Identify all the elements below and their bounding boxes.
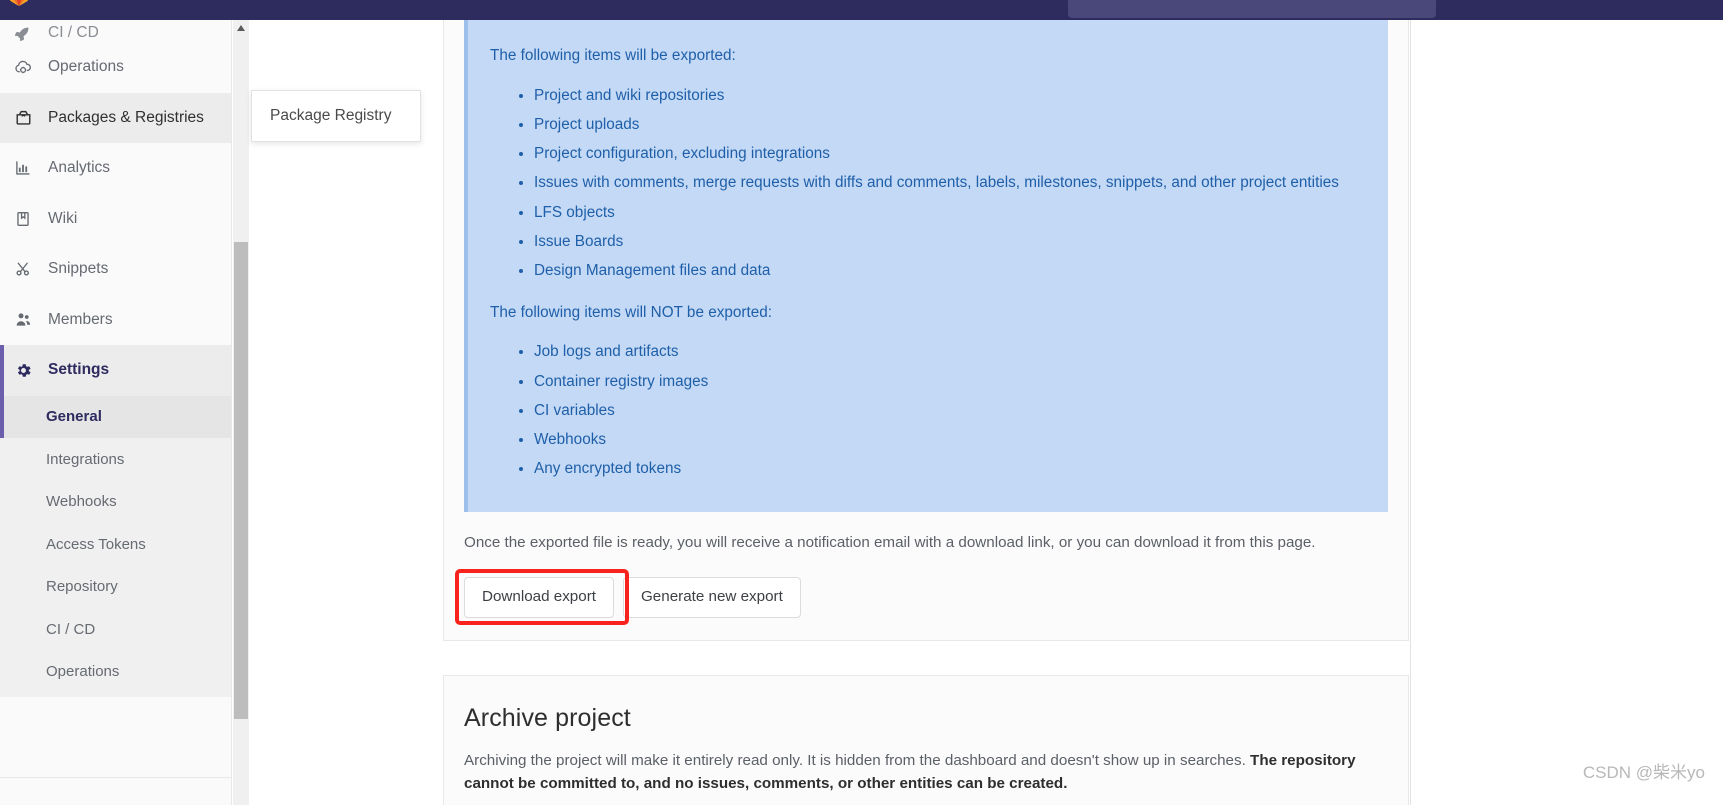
export-info-alert: The following items will be exported: Pr… bbox=[464, 20, 1388, 513]
scrollbar-thumb[interactable] bbox=[234, 242, 248, 719]
chart-bar-icon bbox=[14, 159, 40, 177]
export-project-card: The following items will be exported: Pr… bbox=[443, 20, 1409, 641]
sidebar-item-label: Wiki bbox=[48, 209, 78, 227]
sidebar-item-analytics[interactable]: Analytics bbox=[0, 143, 231, 194]
sidebar-item-snippets[interactable]: Snippets bbox=[0, 244, 231, 295]
sidebar-item-ci-cd[interactable]: CI / CD bbox=[0, 20, 231, 42]
list-item: CI variables bbox=[534, 399, 1366, 423]
sidebar-item-label: Analytics bbox=[48, 159, 111, 177]
settings-content-column: The following items will be exported: Pr… bbox=[443, 20, 1409, 805]
list-item: Container registry images bbox=[534, 370, 1366, 394]
sidebar-subitem-repository[interactable]: Repository bbox=[0, 566, 231, 609]
sidebar-subitem-integrations[interactable]: Integrations bbox=[0, 438, 231, 481]
scroll-up-arrow-icon[interactable] bbox=[233, 20, 249, 36]
cloud-gear-icon bbox=[14, 58, 40, 76]
sidebar-subitem-label: General bbox=[46, 408, 102, 426]
export-project-body: The following items will be exported: Pr… bbox=[444, 20, 1408, 640]
archive-description-normal: Archiving the project will make it entir… bbox=[464, 751, 1251, 769]
list-item: Design Management files and data bbox=[534, 259, 1366, 283]
export-button-row: Download export Generate new export bbox=[455, 569, 1388, 626]
exported-intro: The following items will be exported: bbox=[490, 47, 736, 64]
sidebar-item-label: Operations bbox=[48, 58, 124, 76]
users-icon bbox=[14, 311, 40, 329]
search-input[interactable] bbox=[1068, 0, 1436, 18]
sidebar-subitem-label: Access Tokens bbox=[46, 535, 146, 553]
sidebar-item-settings[interactable]: Settings bbox=[0, 345, 231, 396]
sidebar-item-operations[interactable]: Operations bbox=[0, 42, 231, 93]
archive-project-description: Archiving the project will make it entir… bbox=[464, 749, 1388, 795]
sidebar-subitem-label: Webhooks bbox=[46, 493, 117, 511]
sidebar-subitem-webhooks[interactable]: Webhooks bbox=[0, 481, 231, 524]
top-navigation-bar bbox=[0, 0, 1723, 20]
sidebar-item-label: Members bbox=[48, 310, 113, 328]
package-registry-flyout[interactable]: Package Registry bbox=[251, 90, 421, 142]
sidebar-subitem-label: Repository bbox=[46, 578, 118, 596]
list-item: Project uploads bbox=[534, 113, 1366, 137]
sidebar-item-packages-registries[interactable]: Packages & Registries bbox=[0, 92, 231, 143]
sidebar-subitem-operations[interactable]: Operations bbox=[0, 651, 231, 694]
sidebar-subitem-label: CI / CD bbox=[46, 620, 96, 638]
gitlab-tanuki-icon[interactable] bbox=[8, 0, 30, 8]
sidebar-footer bbox=[0, 777, 231, 805]
not-exported-intro: The following items will NOT be exported… bbox=[490, 303, 772, 321]
list-item: Project and wiki repositories bbox=[534, 84, 1366, 108]
package-icon bbox=[14, 109, 40, 127]
rocket-icon bbox=[14, 24, 40, 42]
not-exported-items-list: Job logs and artifacts Container registr… bbox=[490, 340, 1366, 481]
sidebar-subitem-ci-cd[interactable]: CI / CD bbox=[0, 608, 231, 651]
page-scrollbar[interactable] bbox=[233, 20, 249, 805]
generate-new-export-button[interactable]: Generate new export bbox=[622, 577, 801, 618]
exported-items-list: Project and wiki repositories Project up… bbox=[490, 84, 1366, 283]
list-item: Issue Boards bbox=[534, 230, 1366, 254]
right-blank-panel: CSDN @柴米yo bbox=[1410, 20, 1723, 805]
download-export-button[interactable]: Download export bbox=[464, 577, 614, 618]
project-sidebar: CI / CD Operations Packages & Registries… bbox=[0, 20, 232, 805]
gear-icon bbox=[14, 361, 40, 379]
list-item: Webhooks bbox=[534, 428, 1366, 452]
list-item: Issues with comments, merge requests wit… bbox=[534, 171, 1366, 195]
book-icon bbox=[14, 210, 40, 228]
list-item: Any encrypted tokens bbox=[534, 457, 1366, 481]
app-screen: CI / CD Operations Packages & Registries… bbox=[0, 0, 1723, 805]
sidebar-item-label: Settings bbox=[48, 361, 110, 379]
sidebar-subitem-label: Integrations bbox=[46, 450, 125, 468]
sidebar-subitem-general[interactable]: General bbox=[0, 395, 231, 438]
list-item: Job logs and artifacts bbox=[534, 340, 1366, 364]
sidebar-item-label: CI / CD bbox=[48, 24, 99, 41]
sidebar-item-members[interactable]: Members bbox=[0, 295, 231, 346]
sidebar-item-label: Packages & Registries bbox=[48, 108, 204, 126]
archive-project-title: Archive project bbox=[464, 703, 631, 732]
sidebar-item-label: Snippets bbox=[48, 260, 109, 278]
scissors-icon bbox=[14, 260, 40, 278]
sidebar-item-wiki[interactable]: Wiki bbox=[0, 194, 231, 245]
csdn-watermark: CSDN @柴米yo bbox=[1582, 763, 1705, 782]
sidebar-subitem-label: Operations bbox=[46, 663, 120, 681]
export-note: Once the exported file is ready, you wil… bbox=[464, 534, 1316, 552]
flyout-label: Package Registry bbox=[270, 107, 392, 124]
archive-project-card: Archive project Archiving the project wi… bbox=[443, 674, 1409, 805]
sidebar-subitem-access-tokens[interactable]: Access Tokens bbox=[0, 523, 231, 566]
list-item: LFS objects bbox=[534, 201, 1366, 225]
list-item: Project configuration, excluding integra… bbox=[534, 142, 1366, 166]
settings-submenu: General Integrations Webhooks Access Tok… bbox=[0, 395, 231, 697]
